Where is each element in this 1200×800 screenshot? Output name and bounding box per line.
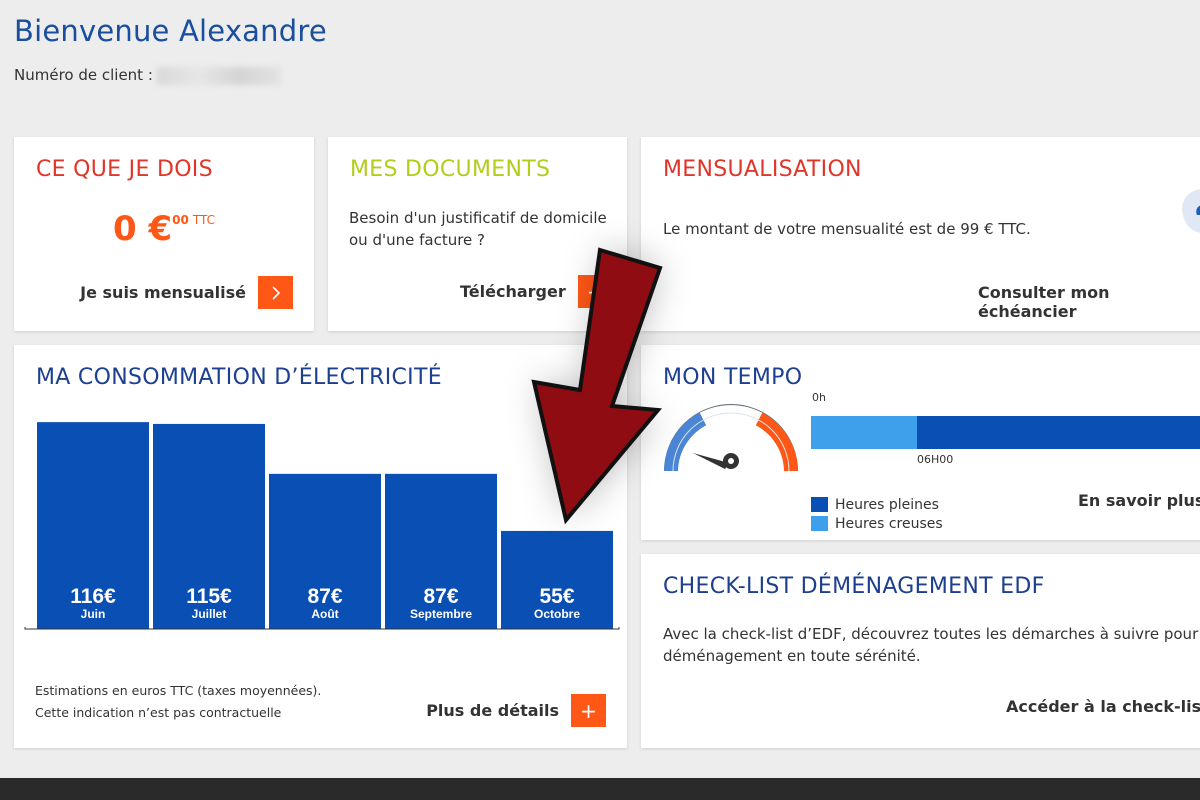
telecharger-label: Télécharger [460, 282, 566, 301]
greeting-title: Bienvenue Alexandre [14, 14, 327, 48]
echeancier-link[interactable]: Consulter mon échéancier [978, 283, 1200, 321]
checklist-link[interactable]: Accéder à la check-list [1006, 697, 1200, 716]
card-tempo: MON TEMPO 0h 06H00 Heures pleines Heures… [641, 345, 1200, 540]
tempo-legend: Heures pleines Heures creuses [811, 495, 943, 533]
legend-label-peak: Heures pleines [835, 496, 939, 513]
card-balance-title: CE QUE JE DOIS [36, 157, 213, 182]
chevron-right-icon[interactable] [258, 276, 293, 309]
consumption-note: Estimations en euros TTC (taxes moyennée… [35, 680, 321, 724]
consumption-note-line2: Cette indication n’est pas contractuelle [35, 705, 282, 720]
bar-category-label: Juillet [192, 607, 227, 621]
echeancier-label: Consulter mon échéancier [978, 283, 1110, 321]
balance-amount: 0 €00 TTC [14, 209, 314, 249]
client-number-value-blurred [156, 66, 281, 85]
tempo-gauge-icon [664, 404, 798, 472]
card-checklist-text-line2: déménagement en toute sérénité. [663, 647, 921, 665]
legend-swatch-peak [811, 497, 828, 512]
bar-value-label: 116€ [70, 585, 116, 608]
bar-category-label: Août [311, 607, 338, 621]
card-checklist-title: CHECK-LIST DÉMÉNAGEMENT EDF [663, 574, 1045, 599]
bar-category-label: Octobre [534, 607, 580, 621]
card-tempo-title: MON TEMPO [663, 365, 803, 390]
consumption-bar-chart: 116€Juin115€Juillet87€Août87€Septembre55… [24, 422, 620, 630]
plus-details-link[interactable]: Plus de détails + [426, 694, 606, 727]
card-mensualisation-title: MENSUALISATION [663, 157, 862, 182]
card-documents-title: MES DOCUMENTS [350, 157, 551, 182]
plus-details-label: Plus de détails [426, 701, 559, 720]
card-documents: MES DOCUMENTS Besoin d'un justificatif d… [328, 137, 627, 331]
en-savoir-plus-link[interactable]: En savoir plus [1078, 491, 1200, 510]
card-balance: CE QUE JE DOIS 0 €00 TTC Je suis mensuali… [14, 137, 314, 331]
card-documents-text: Besoin d'un justificatif de domicile ou … [349, 209, 607, 249]
client-number-label: Numéro de client : [14, 66, 153, 84]
telecharger-link[interactable]: Télécharger + [460, 275, 613, 308]
bar-value-label: 87€ [307, 585, 342, 608]
card-mensualisation-text: Le montant de votre mensualité est de 99… [663, 220, 1031, 238]
footer-bar [0, 778, 1200, 800]
client-number: Numéro de client : [14, 66, 281, 85]
legend-item-peak: Heures pleines [811, 495, 943, 514]
en-savoir-plus-label: En savoir plus [1078, 491, 1200, 510]
balance-amount-main: 0 € [113, 209, 173, 249]
plus-icon[interactable]: + [571, 694, 606, 727]
mensualise-link[interactable]: Je suis mensualisé [80, 276, 293, 309]
tempo-off-peak-segment [811, 416, 917, 449]
balance-amount-suffix: TTC [192, 213, 215, 227]
tempo-time-start: 0h [812, 391, 826, 404]
mensualise-label: Je suis mensualisé [80, 283, 246, 302]
bar-value-label: 87€ [423, 585, 458, 608]
tempo-time-bar [811, 416, 1200, 449]
bar-value-label: 115€ [186, 585, 232, 608]
legend-item-offpeak: Heures creuses [811, 514, 943, 533]
download-button[interactable]: + [577, 275, 613, 308]
card-mensualisation: MENSUALISATION Le montant de votre mensu… [641, 137, 1200, 331]
card-checklist-text: Avec la check-list d’EDF, découvrez tout… [663, 623, 1200, 667]
tempo-time-mark: 06H00 [917, 453, 954, 466]
card-checklist: CHECK-LIST DÉMÉNAGEMENT EDF Avec la chec… [641, 554, 1200, 748]
legend-label-offpeak: Heures creuses [835, 515, 943, 532]
bar-category-label: Juin [81, 607, 106, 621]
bar-value-label: 55€ [539, 585, 574, 608]
checklist-label: Accéder à la check-list [1006, 697, 1200, 716]
card-consumption: MA CONSOMMATION D’ÉLECTRICITÉ 116€ Juin 11… [14, 345, 627, 748]
card-checklist-text-line1: Avec la check-list d’EDF, découvrez tout… [663, 625, 1200, 643]
bar-category-label: Septembre [410, 607, 472, 621]
legend-swatch-offpeak [811, 516, 828, 531]
piggy-bank-icon [1182, 189, 1200, 233]
balance-amount-cents: 00 [172, 213, 189, 227]
consumption-note-line1: Estimations en euros TTC (taxes moyennée… [35, 683, 322, 698]
